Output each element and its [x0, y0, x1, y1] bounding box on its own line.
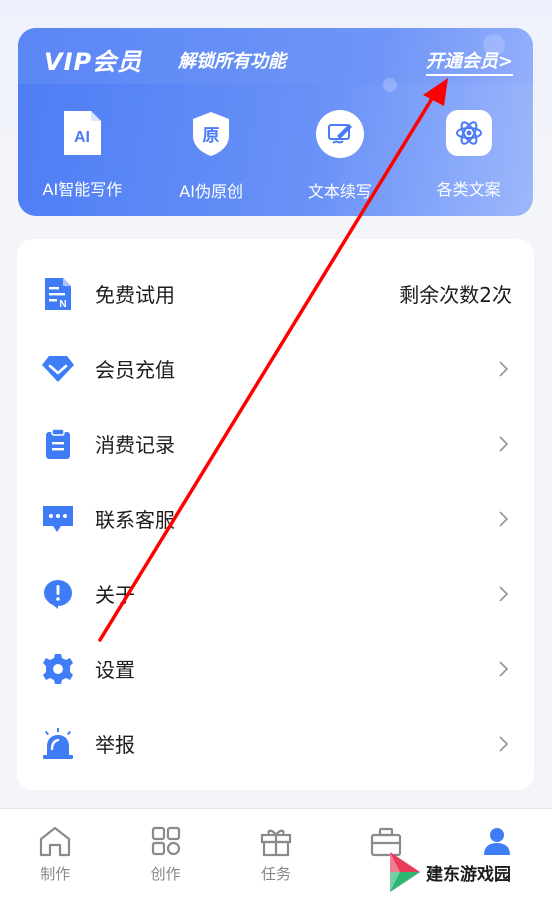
menu-item-report[interactable]: 举报	[17, 706, 534, 781]
svg-text:AI: AI	[74, 129, 90, 146]
feature-label: AI智能写作	[42, 180, 123, 199]
menu-item-label: 关于	[95, 583, 135, 607]
nav-item-create[interactable]: 创作	[110, 809, 220, 897]
info-bubble-icon	[41, 577, 75, 611]
menu-item-label: 设置	[95, 658, 135, 682]
remaining-count: 剩余次数2次	[399, 283, 512, 307]
nav-label: 制作	[40, 865, 71, 883]
home-icon	[37, 823, 73, 859]
vip-title: VIP会员	[44, 48, 143, 76]
menu-item-consumption-records[interactable]: 消费记录	[17, 406, 534, 481]
chevron-right-icon	[499, 360, 509, 377]
play-logo-icon	[390, 852, 420, 892]
menu-item-label: 消费记录	[95, 433, 175, 457]
svg-text:N: N	[59, 299, 66, 310]
alarm-light-icon	[41, 727, 75, 761]
diamond-icon	[41, 352, 75, 386]
chevron-right-icon	[499, 585, 509, 602]
decor-circle	[383, 78, 397, 92]
chevron-right-icon	[499, 510, 509, 527]
pen-write-icon	[315, 110, 364, 158]
feature-label: 各类文案	[436, 180, 501, 199]
gift-icon	[258, 823, 294, 859]
menu-item-about[interactable]: 关于	[17, 556, 534, 631]
nav-item-make[interactable]: 制作	[0, 809, 110, 897]
menu-item-label: 免费试用	[95, 283, 175, 307]
feature-ai-writing[interactable]: AI AI智能写作	[18, 104, 147, 214]
menu-card: N 免费试用 剩余次数2次 会员充值 消费记录 联系客服 关于 设置 举报	[17, 239, 534, 790]
svg-text:原: 原	[203, 126, 220, 146]
nav-label: 创作	[150, 865, 181, 883]
grid-icon	[148, 823, 184, 859]
chevron-right-icon	[499, 735, 509, 752]
menu-item-settings[interactable]: 设置	[17, 631, 534, 706]
menu-item-free-trial[interactable]: N 免费试用 剩余次数2次	[17, 256, 534, 331]
chevron-right-icon	[499, 435, 509, 452]
original-shield-icon: 原	[187, 110, 235, 158]
open-vip-link[interactable]: 开通会员>	[425, 47, 513, 76]
nav-item-tasks[interactable]: 任务	[221, 809, 331, 897]
feature-pseudo-original[interactable]: 原 AI伪原创	[147, 104, 276, 214]
menu-item-label: 会员充值	[95, 358, 175, 382]
gear-icon	[41, 652, 75, 686]
vip-subtitle: 解锁所有功能	[178, 51, 286, 72]
watermark: 建东游戏园	[386, 848, 546, 896]
atom-icon	[445, 110, 492, 156]
ai-document-icon: AI	[59, 110, 105, 156]
nav-label: 任务	[260, 865, 291, 883]
clipboard-icon	[41, 427, 75, 461]
chevron-right-icon	[499, 660, 509, 677]
chat-bubble-icon	[41, 502, 75, 536]
menu-item-contact-service[interactable]: 联系客服	[17, 481, 534, 556]
feature-copywriting[interactable]: 各类文案	[404, 104, 533, 214]
menu-item-label: 联系客服	[95, 508, 175, 532]
vip-features: AI AI智能写作 原 AI伪原创 文本续写 各类文案	[18, 104, 533, 214]
watermark-text: 建东游戏园	[426, 864, 511, 885]
document-n-icon: N	[41, 277, 75, 311]
feature-continue-writing[interactable]: 文本续写	[276, 104, 405, 214]
vip-card: VIP会员 解锁所有功能 开通会员> AI AI智能写作 原 AI伪原创 文本续…	[18, 28, 533, 216]
menu-item-label: 举报	[95, 733, 135, 757]
feature-label: 文本续写	[307, 182, 372, 201]
menu-item-recharge[interactable]: 会员充值	[17, 331, 534, 406]
feature-label: AI伪原创	[179, 182, 243, 201]
